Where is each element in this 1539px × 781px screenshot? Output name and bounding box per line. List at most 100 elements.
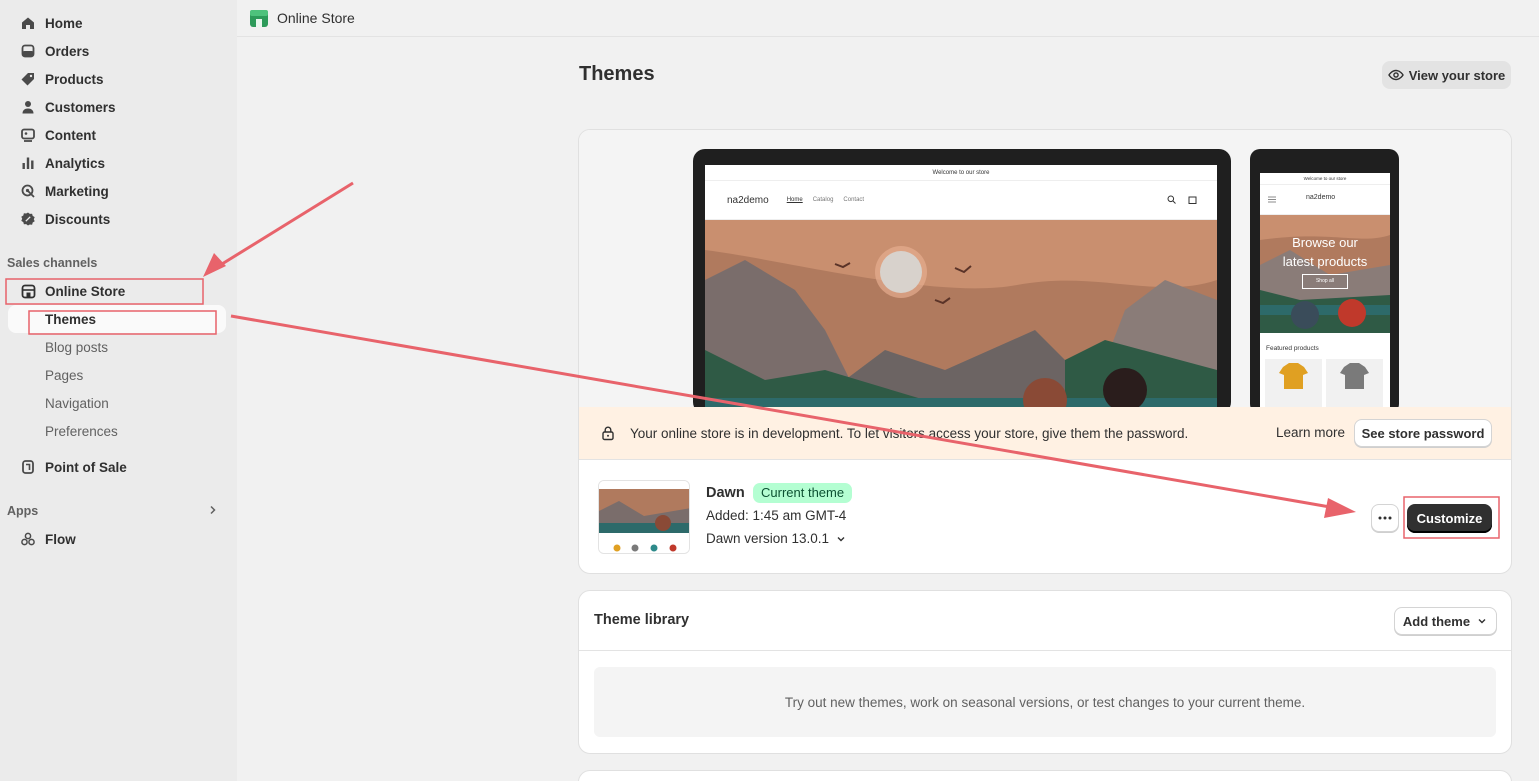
page-title: Themes <box>579 63 655 85</box>
sidebar-item-label: Analytics <box>45 155 106 171</box>
phone-product-tile <box>1265 359 1322 413</box>
preview-search-icon <box>1167 195 1176 204</box>
preview-announcement: Welcome to our store <box>705 165 1217 181</box>
sidebar-item-label: Customers <box>45 99 116 115</box>
preview-cart-icon <box>1188 196 1197 204</box>
pos-icon <box>18 457 38 477</box>
mobile-preview-mockup: Welcome to our store na2demo Browse our <box>1250 149 1399 414</box>
ellipsis-icon <box>1378 516 1392 520</box>
tshirt-icon <box>1340 363 1369 389</box>
theme-library-empty-state: Try out new themes, work on seasonal ver… <box>594 667 1496 737</box>
sidebar-subitem-navigation[interactable]: Navigation <box>8 389 226 417</box>
sidebar-item-flow[interactable]: Flow <box>8 525 226 553</box>
add-theme-button[interactable]: Add theme <box>1394 607 1497 635</box>
orders-icon <box>18 41 38 61</box>
sidebar-item-label: Products <box>45 71 104 87</box>
see-store-password-button[interactable]: See store password <box>1354 419 1492 447</box>
current-theme-card: Welcome to our store na2demo Home Catalo… <box>578 129 1512 574</box>
sidebar-item-label: Flow <box>45 531 76 547</box>
theme-thumbnail[interactable] <box>598 480 690 554</box>
theme-version-toggle[interactable]: Dawn version 13.0.1 <box>706 531 847 546</box>
sales-channels-heading: Sales channels <box>7 256 98 270</box>
development-banner: Your online store is in development. To … <box>579 407 1511 459</box>
theme-library-header: Theme library Add theme <box>579 591 1511 651</box>
theme-preview: Welcome to our store na2demo Home Catalo… <box>579 130 1511 415</box>
desktop-preview-mockup: Welcome to our store na2demo Home Catalo… <box>693 149 1231 415</box>
chevron-down-icon <box>1478 619 1486 624</box>
preview-link-home: Home <box>786 197 803 203</box>
add-theme-label: Add theme <box>1402 613 1471 629</box>
view-your-store-button[interactable]: View your store <box>1382 61 1511 89</box>
bar-chart-icon <box>18 153 38 173</box>
theme-name: Dawn <box>706 485 745 501</box>
sidebar-item-products[interactable]: Products <box>8 65 226 93</box>
preview-link-contact: Contact <box>843 197 865 203</box>
sidebar-item-label: Content <box>45 127 96 143</box>
phone-brand: na2demo <box>1306 194 1336 201</box>
sidebar-subitem-label: Navigation <box>45 395 109 411</box>
phone-menu-icon <box>1268 196 1276 203</box>
sidebar-item-label: Marketing <box>45 183 109 199</box>
sidebar-subitem-preferences[interactable]: Preferences <box>8 417 226 445</box>
sidebar-item-label: Home <box>45 15 83 31</box>
target-icon <box>18 181 38 201</box>
theme-version: Dawn version 13.0.1 <box>706 531 830 546</box>
theme-library-card: Theme library Add theme Try out new them… <box>578 590 1512 754</box>
preview-link-catalog: Catalog <box>812 197 834 203</box>
sidebar-item-label: Online Store <box>45 283 126 299</box>
sidebar-subitem-themes[interactable]: Themes <box>8 305 226 333</box>
preview-hero-illustration <box>705 220 1217 415</box>
phone-product-tile <box>1326 359 1383 413</box>
current-theme-row: Dawn Current theme Added: 1:45 am GMT-4 … <box>579 459 1511 573</box>
view-your-store-label: View your store <box>1408 67 1506 83</box>
sidebar-item-discounts[interactable]: Discounts <box>8 205 226 233</box>
annotation-arrow-line <box>221 181 354 266</box>
sidebar-subitem-pages[interactable]: Pages <box>8 361 226 389</box>
phone-announcement: Welcome to our store <box>1260 173 1390 185</box>
phone-hero-text: Browse our latest products <box>1260 233 1390 271</box>
sidebar-item-home[interactable]: Home <box>8 9 226 37</box>
chevron-right-icon[interactable] <box>207 504 219 516</box>
storefront-icon <box>18 281 38 301</box>
theme-library-title: Theme library <box>594 612 690 628</box>
customize-button[interactable]: Customize <box>1407 504 1492 533</box>
eye-icon <box>1387 69 1404 81</box>
sidebar-subitem-label: Pages <box>45 367 84 383</box>
phone-featured-heading: Featured products <box>1266 345 1319 352</box>
sidebar-item-content[interactable]: Content <box>8 121 226 149</box>
theme-added-time: Added: 1:45 am GMT-4 <box>706 508 847 523</box>
phone-hero-line-2: latest products <box>1282 254 1368 269</box>
more-actions-button[interactable] <box>1371 504 1399 532</box>
sidebar: Home Orders Products Customers Content A… <box>0 0 237 781</box>
sidebar-item-label: Point of Sale <box>45 459 127 475</box>
top-bar: Online Store <box>237 0 1539 37</box>
tshirt-icon <box>1279 363 1308 389</box>
development-message: Your online store is in development. To … <box>630 425 1189 441</box>
apps-heading: Apps <box>7 504 39 518</box>
next-card <box>578 770 1512 781</box>
sidebar-item-online-store[interactable]: Online Store <box>8 277 226 305</box>
flow-icon <box>18 529 38 549</box>
online-store-logo-icon <box>250 10 268 27</box>
learn-more-link[interactable]: Learn more <box>1276 425 1345 440</box>
sidebar-item-orders[interactable]: Orders <box>8 37 226 65</box>
sidebar-item-customers[interactable]: Customers <box>8 93 226 121</box>
sidebar-item-point-of-sale[interactable]: Point of Sale <box>8 453 226 481</box>
sidebar-subitem-label: Preferences <box>45 423 118 439</box>
home-icon <box>18 13 38 33</box>
topbar-title: Online Store <box>277 10 355 26</box>
phone-shop-all: Shop all <box>1302 274 1348 289</box>
person-icon <box>18 97 38 117</box>
tag-icon <box>18 69 38 89</box>
sidebar-subitem-blog-posts[interactable]: Blog posts <box>8 333 226 361</box>
current-theme-badge: Current theme <box>753 483 853 503</box>
sidebar-item-marketing[interactable]: Marketing <box>8 177 226 205</box>
sidebar-item-label: Discounts <box>45 211 111 227</box>
sidebar-subitem-label: Themes <box>45 311 97 327</box>
discount-icon <box>18 209 38 229</box>
sidebar-item-label: Orders <box>45 43 90 59</box>
phone-hero-line-1: Browse our <box>1292 235 1358 250</box>
sidebar-item-analytics[interactable]: Analytics <box>8 149 226 177</box>
lock-icon <box>602 426 614 441</box>
sidebar-subitem-label: Blog posts <box>45 339 109 355</box>
